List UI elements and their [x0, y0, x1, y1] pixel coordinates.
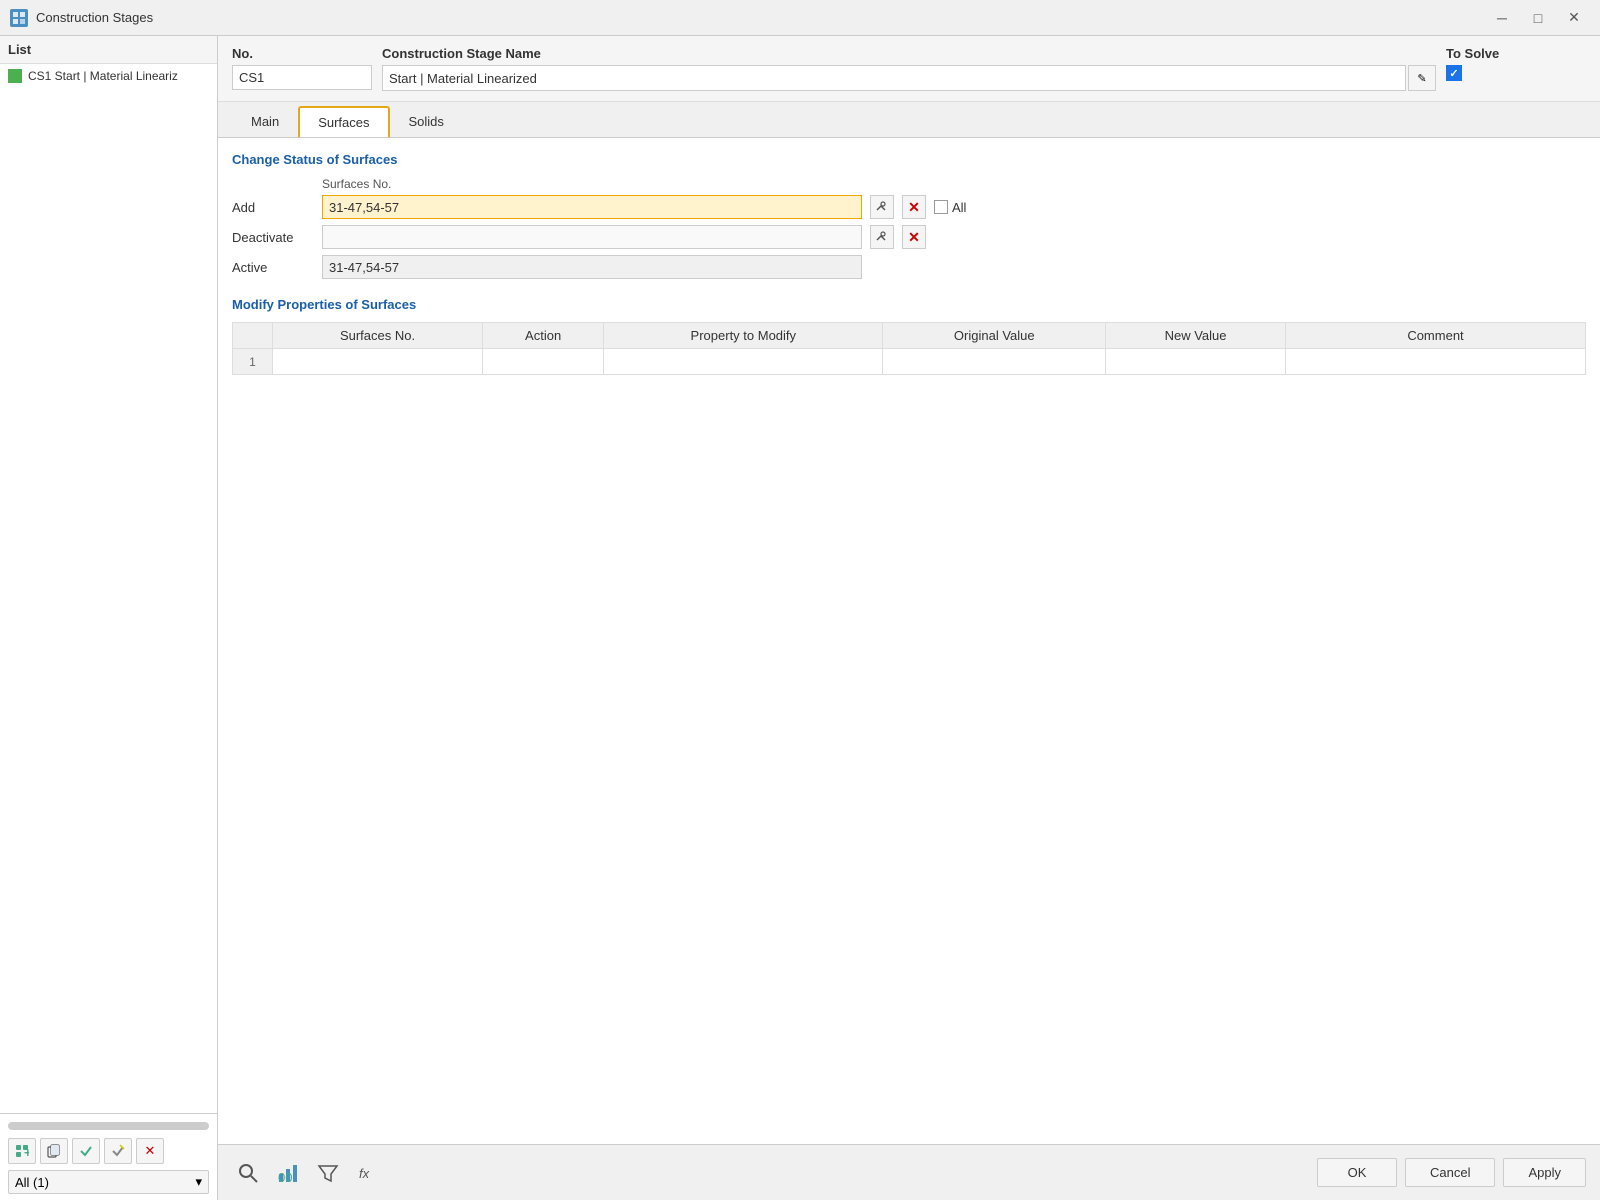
change-status-section: Change Status of Surfaces Surfaces No. A…: [232, 152, 1586, 279]
add-label: Add: [232, 200, 314, 215]
col-action: Action: [483, 323, 604, 349]
cell-property[interactable]: [604, 349, 883, 375]
active-label: Active: [232, 260, 314, 275]
svg-text:fx: fx: [359, 1166, 370, 1181]
tab-surfaces[interactable]: Surfaces: [298, 106, 389, 137]
stats-icon-button[interactable]: 00: [272, 1157, 304, 1189]
cell-num: 1: [233, 349, 273, 375]
modify-title: Modify Properties of Surfaces: [232, 297, 1586, 312]
to-solve-checkbox-row: [1446, 65, 1586, 81]
cell-original[interactable]: [883, 349, 1106, 375]
check-button[interactable]: [72, 1138, 100, 1164]
add-clear-button[interactable]: ✕: [902, 195, 926, 219]
chevron-down-icon: ▾: [195, 1174, 202, 1190]
all-text: All: [952, 200, 966, 215]
to-solve-section: To Solve: [1446, 46, 1586, 81]
title-bar: Construction Stages ─ □ ✕: [0, 0, 1600, 36]
svg-text:00: 00: [278, 1170, 292, 1184]
col-new-value: New Value: [1106, 323, 1286, 349]
add-row: Add ✕ All: [232, 195, 1586, 219]
table-row[interactable]: 1: [233, 349, 1586, 375]
edit-name-button[interactable]: ✎: [1408, 65, 1436, 91]
bottom-toolbar: 00 fx OK Cancel Apply: [218, 1144, 1600, 1200]
modify-table-head: Surfaces No. Action Property to Modify O…: [233, 323, 1586, 349]
name-input-group: ✎: [382, 65, 1436, 91]
active-row: Active: [232, 255, 1586, 279]
cell-comment[interactable]: [1286, 349, 1586, 375]
col-surfaces-no: Surfaces No.: [273, 323, 483, 349]
main-layout: List CS1 Start | Material Lineariz +: [0, 36, 1600, 1200]
modify-table-header-row: Surfaces No. Action Property to Modify O…: [233, 323, 1586, 349]
cancel-button[interactable]: Cancel: [1405, 1158, 1495, 1187]
add-input[interactable]: [322, 195, 862, 219]
col-original: Original Value: [883, 323, 1106, 349]
col-num: [233, 323, 273, 349]
close-button[interactable]: ✕: [1558, 6, 1590, 30]
sidebar-dropdown[interactable]: All (1) ▾: [8, 1170, 209, 1194]
red-x-icon-2: ✕: [908, 229, 920, 246]
cell-action[interactable]: [483, 349, 604, 375]
search-icon-button[interactable]: [232, 1157, 264, 1189]
ok-button[interactable]: OK: [1317, 1158, 1397, 1187]
minimize-button[interactable]: ─: [1486, 6, 1518, 30]
apply-button[interactable]: Apply: [1503, 1158, 1586, 1187]
deactivate-clear-button[interactable]: ✕: [902, 225, 926, 249]
add-select-button[interactable]: [870, 195, 894, 219]
no-label: No.: [232, 46, 372, 61]
to-solve-label: To Solve: [1446, 46, 1586, 61]
bottom-right-buttons: OK Cancel Apply: [1317, 1158, 1586, 1187]
sidebar-item-label: CS1 Start | Material Lineariz: [28, 69, 178, 83]
formula-icon-button[interactable]: fx: [352, 1157, 384, 1189]
tabs-bar: Main Surfaces Solids: [218, 102, 1600, 138]
bottom-left-icons: 00 fx: [232, 1157, 384, 1189]
cell-surfaces-no[interactable]: [273, 349, 483, 375]
sidebar-footer: + ✕ All (1) ▾: [0, 1113, 217, 1200]
sidebar-header: List: [0, 36, 217, 64]
name-input[interactable]: [382, 65, 1406, 91]
surfaces-no-label: Surfaces No.: [322, 177, 1586, 191]
cell-new-value[interactable]: [1106, 349, 1286, 375]
sidebar-list: CS1 Start | Material Lineariz: [0, 64, 217, 1113]
change-status-title: Change Status of Surfaces: [232, 152, 1586, 167]
window-controls: ─ □ ✕: [1486, 6, 1590, 30]
deactivate-input[interactable]: [322, 225, 862, 249]
add-stage-button[interactable]: +: [8, 1138, 36, 1164]
content-area: No. Construction Stage Name ✎ To Solve M…: [218, 36, 1600, 1200]
tab-main[interactable]: Main: [232, 106, 298, 137]
sidebar-scrollbar[interactable]: [8, 1122, 209, 1130]
name-field: Construction Stage Name ✎: [382, 46, 1436, 91]
check-x-button[interactable]: [104, 1138, 132, 1164]
copy-stage-button[interactable]: [40, 1138, 68, 1164]
svg-text:+: +: [24, 1145, 29, 1158]
sidebar-item-color-box: [8, 69, 22, 83]
deactivate-row: Deactivate ✕: [232, 225, 1586, 249]
deactivate-select-button[interactable]: [870, 225, 894, 249]
col-comment: Comment: [1286, 323, 1586, 349]
app-icon: [10, 9, 28, 27]
all-checkbox[interactable]: [934, 200, 948, 214]
modify-section: Modify Properties of Surfaces Surfaces N…: [232, 297, 1586, 375]
filter-icon-button[interactable]: [312, 1157, 344, 1189]
all-label-group: All: [934, 200, 966, 215]
no-input[interactable]: [232, 65, 372, 90]
name-label: Construction Stage Name: [382, 46, 1436, 61]
no-field: No.: [232, 46, 372, 90]
modify-table: Surfaces No. Action Property to Modify O…: [232, 322, 1586, 375]
header-row: No. Construction Stage Name ✎ To Solve: [218, 36, 1600, 102]
to-solve-checkbox[interactable]: [1446, 65, 1462, 81]
active-input: [322, 255, 862, 279]
tab-content: Change Status of Surfaces Surfaces No. A…: [218, 138, 1600, 1144]
maximize-button[interactable]: □: [1522, 6, 1554, 30]
col-property: Property to Modify: [604, 323, 883, 349]
modify-table-body: 1: [233, 349, 1586, 375]
deactivate-label: Deactivate: [232, 230, 314, 245]
delete-button[interactable]: ✕: [136, 1138, 164, 1164]
sidebar-item-cs1[interactable]: CS1 Start | Material Lineariz: [0, 64, 217, 88]
red-x-icon: ✕: [908, 199, 920, 216]
tab-solids[interactable]: Solids: [390, 106, 463, 137]
sidebar: List CS1 Start | Material Lineariz +: [0, 36, 218, 1200]
window-title: Construction Stages: [36, 10, 153, 25]
sidebar-toolbar: + ✕: [8, 1138, 209, 1164]
sidebar-dropdown-label: All (1): [15, 1175, 49, 1190]
